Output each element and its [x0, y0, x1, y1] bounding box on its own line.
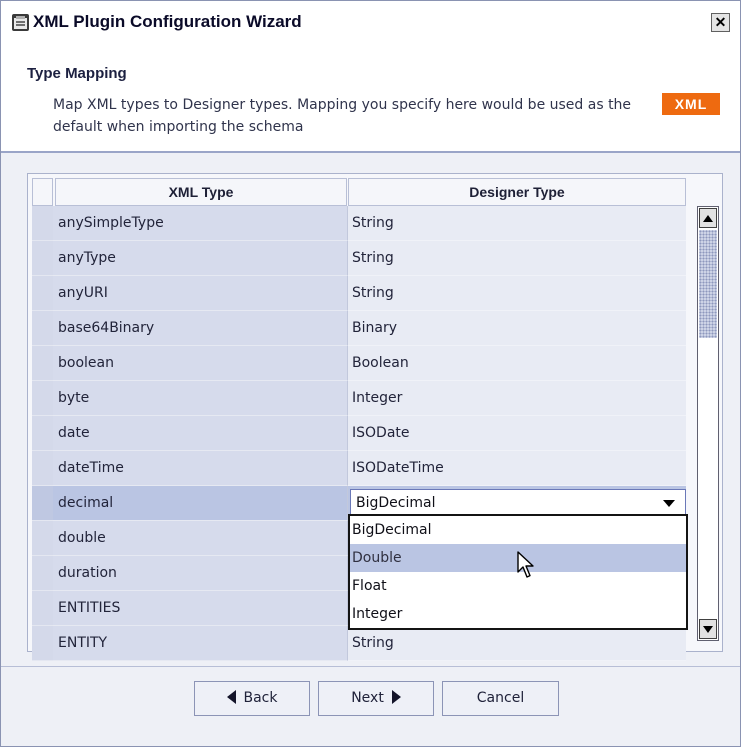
- row-selector-cell[interactable]: [32, 311, 53, 346]
- table-row[interactable]: anyURI String: [28, 276, 692, 311]
- xml-type-cell[interactable]: ENTITY: [53, 626, 348, 661]
- vertical-scrollbar[interactable]: [697, 206, 719, 641]
- wizard-window: XML Plugin Configuration Wizard ✕ Type M…: [0, 0, 741, 747]
- arrow-up-icon: [703, 215, 713, 222]
- designer-type-cell[interactable]: Binary: [348, 311, 686, 346]
- row-selector-cell[interactable]: [32, 451, 53, 486]
- designer-type-cell[interactable]: String: [348, 206, 686, 241]
- table-row[interactable]: byte Integer: [28, 381, 692, 416]
- row-selector-cell[interactable]: [32, 521, 53, 556]
- row-selector-cell[interactable]: [32, 276, 53, 311]
- plugin-app-icon: [11, 13, 30, 32]
- designer-type-cell[interactable]: String: [348, 276, 686, 311]
- dropdown-option-bigdecimal[interactable]: BigDecimal: [350, 516, 686, 544]
- row-selector-cell[interactable]: [32, 556, 53, 591]
- xml-type-cell[interactable]: byte: [53, 381, 348, 416]
- xml-badge: XML: [662, 93, 720, 115]
- arrow-right-icon: [391, 689, 401, 704]
- designer-type-cell[interactable]: Integer: [348, 381, 686, 416]
- scroll-up-button[interactable]: [699, 208, 717, 228]
- xml-type-cell[interactable]: boolean: [53, 346, 348, 381]
- xml-type-cell[interactable]: ENTITIES: [53, 591, 348, 626]
- xml-type-cell[interactable]: anyType: [53, 241, 348, 276]
- window-title: XML Plugin Configuration Wizard: [33, 12, 302, 31]
- wizard-header: Type Mapping Map XML types to Designer t…: [1, 43, 740, 153]
- xml-type-cell[interactable]: decimal: [53, 486, 348, 521]
- page-description: Map XML types to Designer types. Mapping…: [53, 97, 632, 135]
- table-row[interactable]: boolean Boolean: [28, 346, 692, 381]
- cancel-button[interactable]: Cancel: [442, 681, 559, 716]
- table-row[interactable]: base64Binary Binary: [28, 311, 692, 346]
- cancel-button-label: Cancel: [476, 690, 525, 706]
- table-row[interactable]: anySimpleType String: [28, 206, 692, 241]
- row-selector-cell[interactable]: [32, 486, 53, 521]
- column-header-xml-type[interactable]: XML Type: [55, 178, 347, 206]
- designer-type-cell[interactable]: ISODateTime: [348, 451, 686, 486]
- row-selector-cell[interactable]: [32, 416, 53, 451]
- designer-type-cell[interactable]: String: [348, 626, 686, 661]
- arrow-left-icon: [226, 689, 236, 704]
- table-row[interactable]: date ISODate: [28, 416, 692, 451]
- designer-type-cell[interactable]: ISODate: [348, 416, 686, 451]
- table-row[interactable]: anyType String: [28, 241, 692, 276]
- table-row[interactable]: ENTITY String: [28, 626, 692, 661]
- close-icon: ✕: [714, 14, 727, 30]
- row-selector-cell[interactable]: [32, 591, 53, 626]
- page-title: Type Mapping: [27, 65, 127, 82]
- scroll-down-button[interactable]: [699, 619, 717, 639]
- xml-type-cell[interactable]: date: [53, 416, 348, 451]
- wizard-footer: Back Next Cancel: [1, 667, 740, 746]
- row-selector-header: [32, 178, 53, 206]
- close-button[interactable]: ✕: [711, 13, 730, 32]
- column-header-designer-type[interactable]: Designer Type: [348, 178, 686, 206]
- xml-type-cell[interactable]: double: [53, 521, 348, 556]
- designer-type-cell[interactable]: Boolean: [348, 346, 686, 381]
- table-row[interactable]: dateTime ISODateTime: [28, 451, 692, 486]
- back-button[interactable]: Back: [194, 681, 310, 716]
- xml-type-cell[interactable]: anySimpleType: [53, 206, 348, 241]
- mouse-pointer-icon: [517, 551, 534, 578]
- next-button[interactable]: Next: [318, 681, 434, 716]
- xml-type-cell[interactable]: base64Binary: [53, 311, 348, 346]
- designer-type-cell[interactable]: String: [348, 241, 686, 276]
- dropdown-arrow-icon[interactable]: [663, 500, 675, 507]
- row-selector-cell[interactable]: [32, 206, 53, 241]
- xml-type-cell[interactable]: dateTime: [53, 451, 348, 486]
- scroll-thumb[interactable]: [699, 230, 717, 338]
- dropdown-option-integer[interactable]: Integer: [350, 600, 686, 628]
- xml-type-cell[interactable]: duration: [53, 556, 348, 591]
- row-selector-cell[interactable]: [32, 626, 53, 661]
- title-bar: XML Plugin Configuration Wizard ✕: [1, 1, 740, 43]
- next-button-label: Next: [351, 690, 384, 706]
- row-selector-cell[interactable]: [32, 346, 53, 381]
- xml-type-cell[interactable]: anyURI: [53, 276, 348, 311]
- combobox-value: BigDecimal: [356, 495, 436, 511]
- back-button-label: Back: [243, 690, 278, 706]
- type-mapping-table: XML Type Designer Type anySimpleType Stri…: [27, 173, 723, 661]
- arrow-down-icon: [703, 626, 713, 633]
- row-selector-cell[interactable]: [32, 241, 53, 276]
- row-selector-cell[interactable]: [32, 381, 53, 416]
